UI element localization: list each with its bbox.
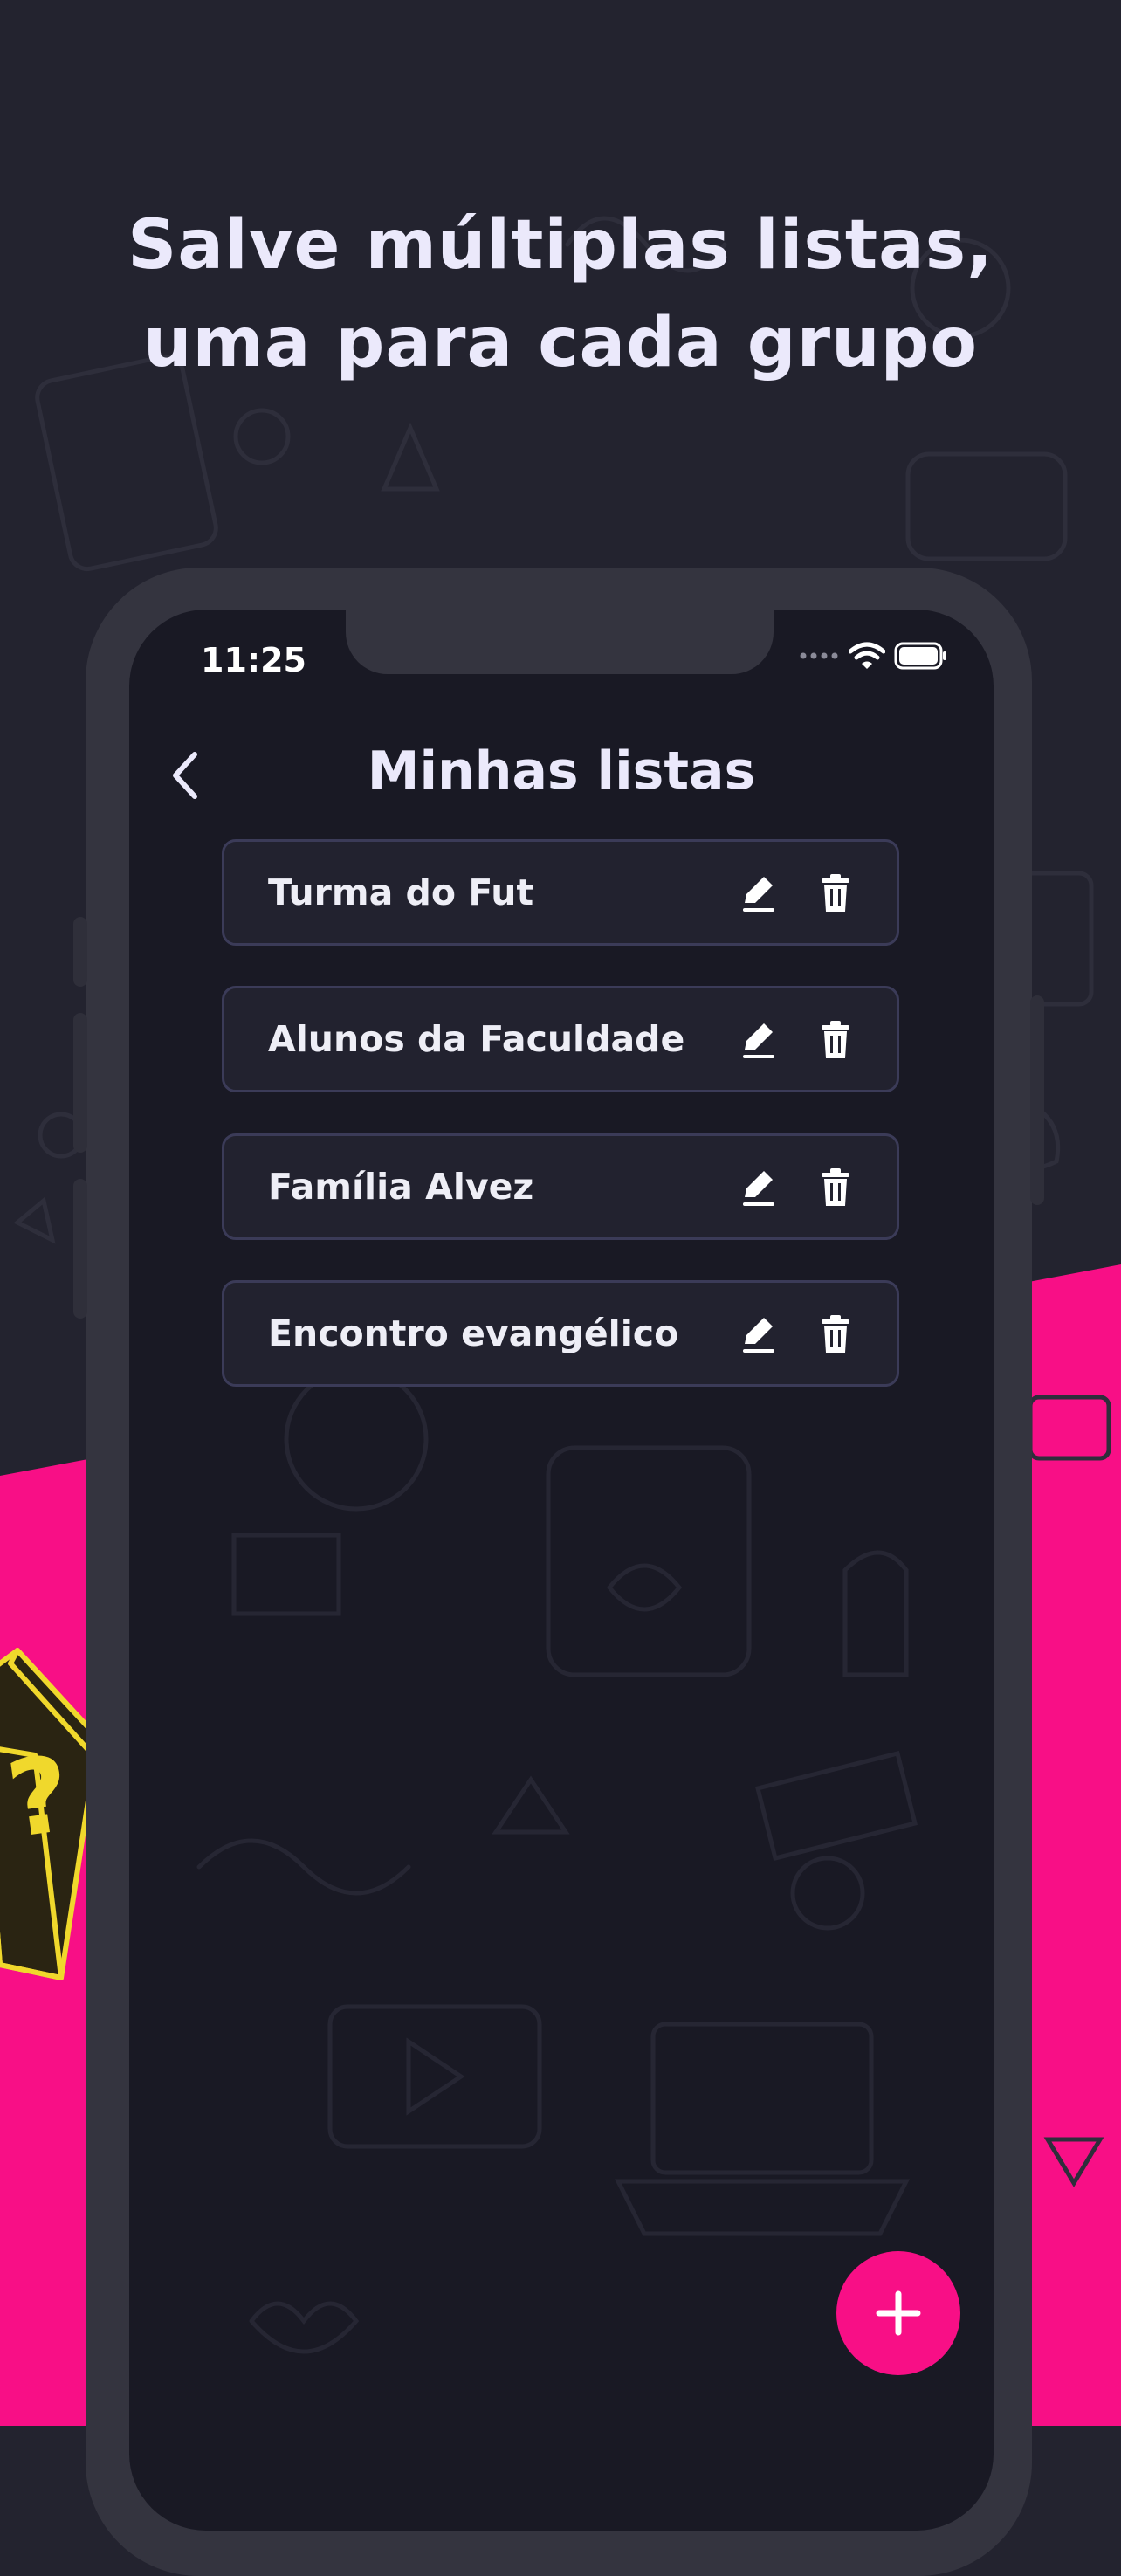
phone-volume-down: [73, 1179, 87, 1319]
pencil-icon[interactable]: [739, 1314, 778, 1354]
battery-icon: [894, 642, 946, 670]
list-item-name: Turma do Fut: [268, 871, 534, 913]
pencil-icon[interactable]: [739, 1020, 778, 1060]
trash-icon[interactable]: [818, 873, 853, 913]
list-item[interactable]: Família Alvez: [222, 1133, 899, 1240]
list-item-name: Família Alvez: [268, 1166, 534, 1208]
list-item[interactable]: Alunos da Faculdade: [222, 986, 899, 1092]
pencil-icon[interactable]: [739, 1167, 778, 1208]
promo-headline: Salve múltiplas listas, uma para cada gr…: [0, 196, 1121, 392]
list-item-name: Alunos da Faculdade: [268, 1018, 685, 1060]
pencil-icon[interactable]: [739, 873, 778, 913]
trash-icon[interactable]: [818, 1167, 853, 1208]
phone-mute-switch: [73, 917, 87, 987]
phone-power-button: [1030, 995, 1044, 1205]
status-time: 11:25: [201, 641, 306, 679]
status-icons: [800, 641, 948, 671]
signal-dots-icon: [800, 652, 838, 659]
add-list-button[interactable]: [836, 2251, 960, 2375]
headline-line-2: uma para cada grupo: [142, 304, 979, 382]
plus-icon: [876, 2290, 921, 2336]
trash-icon[interactable]: [818, 1314, 853, 1354]
trash-icon[interactable]: [818, 1020, 853, 1060]
page-title: Minhas listas: [367, 740, 756, 802]
list-item[interactable]: Encontro evangélico: [222, 1280, 899, 1387]
phone-volume-up: [73, 1013, 87, 1153]
list-item-name: Encontro evangélico: [268, 1312, 679, 1354]
phone-notch: [346, 610, 774, 674]
list-item[interactable]: Turma do Fut: [222, 839, 899, 946]
phone-screen: 11:25 Minhas listas Turma do Fut Alunos …: [129, 610, 994, 2531]
wifi-icon: [849, 642, 885, 669]
headline-line-1: Salve múltiplas listas,: [127, 206, 994, 285]
